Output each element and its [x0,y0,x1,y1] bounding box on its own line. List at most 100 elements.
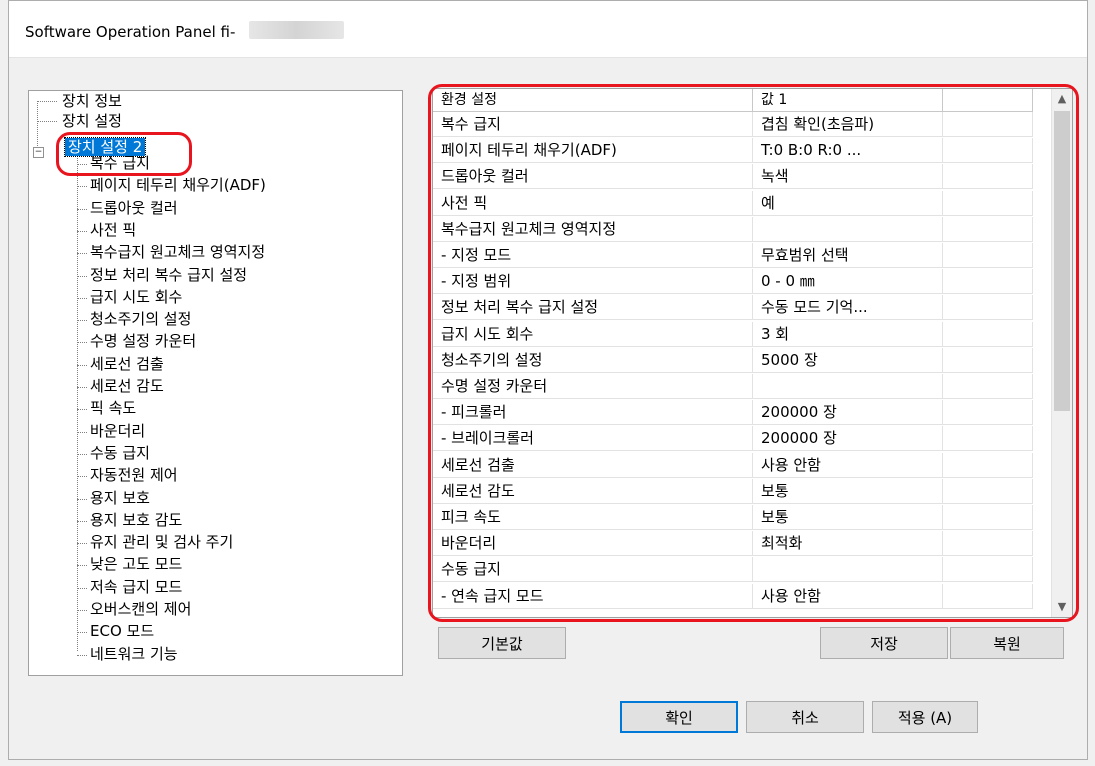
tree-item[interactable]: 세로선 검출 [87,354,167,374]
tree-item[interactable]: 네트워크 기능 [87,644,181,664]
table-row[interactable]: 드롭아웃 컬러 녹색 [433,164,1033,190]
table-row[interactable]: 세로선 감도 보통 [433,478,1033,504]
tree-item[interactable]: 용지 보호 [87,488,153,508]
empty-cell [943,321,1033,347]
tree-item-label: 오버스캔의 제어 [90,600,192,618]
setting-value-cell [753,216,943,242]
save-button[interactable]: 저장 [820,627,948,659]
header-empty[interactable] [943,89,1033,111]
table-row[interactable]: 청소주기의 설정 5000 장 [433,347,1033,373]
tree-item-label: 바운더리 [90,421,146,440]
tree-item[interactable]: 급지 시도 회수 [87,287,185,307]
apply-button[interactable]: 적용 (A) [872,701,978,733]
tree-item[interactable]: 자동전원 제어 [87,465,181,485]
table-row[interactable]: 페이지 테두리 채우기(ADF) T:0 B:0 R:0 ... [433,138,1033,164]
scroll-down-icon[interactable]: ▼ [1052,597,1072,617]
tree-item[interactable]: 청소주기의 설정 [87,309,194,329]
setting-value-cell: T:0 B:0 R:0 ... [753,138,943,164]
table-row[interactable]: - 지정 모드 무효범위 선택 [433,243,1033,268]
tree-item[interactable]: 사전 픽 [87,220,139,240]
tree-item[interactable]: 바운더리 [87,421,148,441]
tree-item-label: 자동전원 제어 [90,466,178,485]
tree-item[interactable]: 수동 급지 [87,443,153,463]
tree-item-label: 픽 속도 [90,399,137,418]
tree-item-label: 용지 보호 [90,488,150,507]
table-row[interactable]: 수명 설정 카운터 [433,374,1033,399]
table-row[interactable]: 세로선 검출 사용 안함 [433,452,1033,478]
tree-item-label: 유지 관리 및 검사 주기 [90,533,234,552]
setting-value-cell: 3 회 [753,321,943,347]
tree-item[interactable]: ECO 모드 [87,621,157,641]
tree-item[interactable]: 오버스캔의 제어 [87,599,194,619]
empty-cell [943,138,1033,164]
setting-name-cell: 세로선 검출 [433,452,753,478]
setting-name-cell: - 지정 모드 [433,243,753,268]
table-row[interactable]: - 지정 범위 0 - 0 ㎜ [433,269,1033,295]
tree-item[interactable]: 수명 설정 카운터 [87,331,199,351]
tree-item[interactable]: 낮은 고도 모드 [87,554,185,574]
setting-value-cell [753,374,943,399]
table-row[interactable]: - 피크롤러 200000 장 [433,400,1033,426]
empty-cell [943,269,1033,295]
tree-item[interactable]: 픽 속도 [87,398,139,418]
grid-scrollbar[interactable]: ▲ ▼ [1051,89,1072,617]
default-button[interactable]: 기본값 [438,627,566,659]
tree-item[interactable]: 용지 보호 감도 [87,510,185,530]
setting-name-cell: - 피크롤러 [433,400,753,426]
tree-item[interactable]: 세로선 감도 [87,376,167,396]
ok-button[interactable]: 확인 [620,701,738,733]
setting-name-cell: 정보 처리 복수 급지 설정 [433,295,753,321]
scroll-thumb[interactable] [1054,111,1070,411]
tree-item[interactable]: 장치 설정 [59,111,125,131]
tree-item[interactable]: 복수 급지 [87,153,153,173]
tree-item[interactable]: 드롭아웃 컬러 [87,198,181,218]
empty-cell [943,216,1033,242]
table-row[interactable]: 급지 시도 회수 3 회 [433,321,1033,347]
setting-value-cell [753,557,943,583]
setting-value-cell: 사용 안함 [753,583,943,609]
setting-value-cell: 보통 [753,505,943,530]
redacted-model-number [249,21,344,39]
header-setting[interactable]: 환경 설정 [433,89,753,111]
setting-name-cell: - 연속 급지 모드 [433,583,753,609]
table-row[interactable]: - 연속 급지 모드 사용 안함 [433,583,1033,609]
setting-name-cell: 수동 급지 [433,557,753,583]
empty-cell [943,347,1033,373]
grid-header: 환경 설정 값 1 [433,89,1033,112]
empty-cell [943,243,1033,268]
setting-name-cell: 사전 픽 [433,190,753,216]
setting-value-cell: 사용 안함 [753,452,943,478]
setting-value-cell: 200000 장 [753,426,943,452]
table-row[interactable]: 정보 처리 복수 급지 설정 수동 모드 기억... [433,295,1033,321]
tree-item-label: 수명 설정 카운터 [90,332,197,351]
header-value[interactable]: 값 1 [753,89,943,111]
table-row[interactable]: 수동 급지 [433,557,1033,583]
empty-cell [943,478,1033,504]
settings-tree[interactable]: − 장치 정보 장치 설정 장치 설정 2 복수 급지 페이지 테두리 채우기(ADF)… [28,90,403,676]
tree-item[interactable]: 저속 급지 모드 [87,577,185,597]
empty-cell [943,583,1033,609]
tree-item[interactable]: 장치 정보 [59,91,125,111]
setting-name-cell: 복수 급지 [433,112,753,137]
tree-item[interactable]: 페이지 테두리 채우기(ADF) [87,175,269,195]
setting-name-cell: 수명 설정 카운터 [433,374,753,399]
collapse-icon[interactable]: − [33,147,44,158]
table-row[interactable]: 복수급지 원고체크 영역지정 [433,216,1033,242]
table-row[interactable]: 피크 속도 보통 [433,505,1033,530]
restore-button[interactable]: 복원 [950,627,1064,659]
tree-item-label: 세로선 감도 [90,377,164,395]
tree-item[interactable]: 정보 처리 복수 급지 설정 [87,265,250,285]
scroll-up-icon[interactable]: ▲ [1052,89,1072,109]
table-row[interactable]: - 브레이크롤러 200000 장 [433,426,1033,452]
table-row[interactable]: 사전 픽예 [433,190,1033,216]
tree-item[interactable]: 유지 관리 및 검사 주기 [87,532,236,552]
setting-value-cell: 예 [753,190,943,216]
settings-grid[interactable]: 환경 설정 값 1 복수 급지 겹침 확인(초음파) 페이지 테두리 채우기(ADF… [432,88,1073,618]
table-row[interactable]: 복수 급지 겹침 확인(초음파) [433,112,1033,137]
setting-value-cell: 보통 [753,478,943,504]
table-row[interactable]: 바운더리 최적화 [433,531,1033,557]
cancel-button[interactable]: 취소 [746,701,864,733]
setting-name-cell: 세로선 감도 [433,478,753,504]
tree-item[interactable]: 복수급지 원고체크 영역지정 [87,242,268,262]
setting-name-cell: - 지정 범위 [433,269,753,295]
